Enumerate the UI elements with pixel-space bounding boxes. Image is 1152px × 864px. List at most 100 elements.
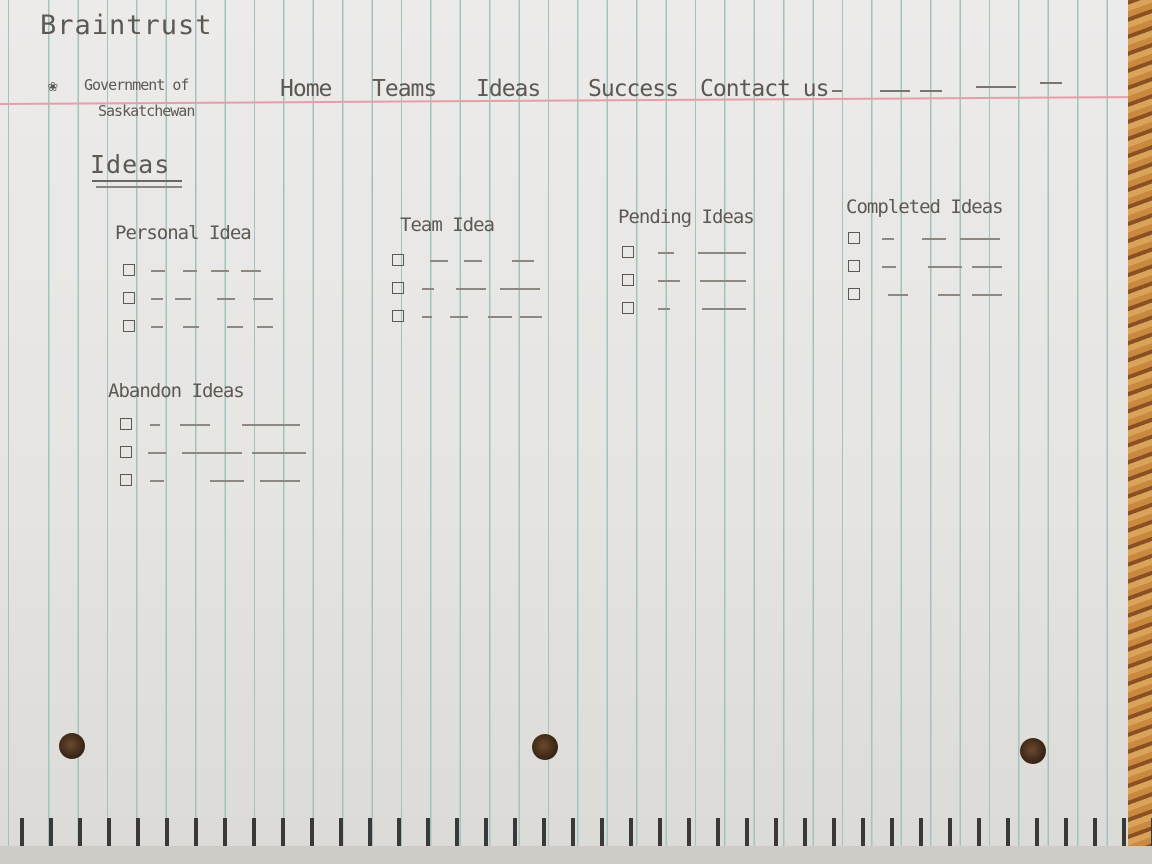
notebook-bottom-edge bbox=[0, 846, 1152, 864]
section-heading: Pending Ideas bbox=[618, 206, 755, 228]
list-item bbox=[622, 296, 754, 324]
section-heading: Team Idea bbox=[400, 214, 495, 236]
placeholder-dash bbox=[658, 280, 680, 282]
placeholder-dash bbox=[227, 326, 243, 328]
idea-checkbox[interactable] bbox=[123, 264, 135, 276]
list-item bbox=[622, 240, 754, 268]
placeholder-dash bbox=[422, 316, 432, 318]
list-item bbox=[120, 468, 300, 496]
placeholder-dash bbox=[464, 260, 482, 262]
placeholder-dash bbox=[700, 280, 746, 282]
title-underline bbox=[92, 180, 182, 182]
nav-home[interactable]: Home bbox=[280, 76, 332, 102]
placeholder-dash bbox=[430, 260, 448, 262]
nav-contact-us[interactable]: Contact us bbox=[700, 76, 829, 102]
placeholder-dash bbox=[150, 424, 160, 426]
placeholder-dash bbox=[252, 452, 306, 454]
idea-checkbox[interactable] bbox=[120, 446, 132, 458]
list-item bbox=[392, 248, 534, 276]
idea-checkbox[interactable] bbox=[123, 292, 135, 304]
placeholder-dash bbox=[211, 270, 229, 272]
nav-placeholder-dash bbox=[920, 90, 942, 92]
placeholder-dash bbox=[217, 298, 235, 300]
placeholder-dash bbox=[698, 252, 746, 254]
placeholder-dash bbox=[260, 480, 300, 482]
placeholder-dash bbox=[456, 288, 486, 290]
placeholder-dash bbox=[148, 452, 166, 454]
section-heading: Completed Ideas bbox=[846, 196, 1004, 218]
nav-placeholder-dash bbox=[880, 90, 910, 92]
placeholder-dash bbox=[151, 326, 163, 328]
nav-success[interactable]: Success bbox=[588, 76, 679, 102]
spiral-binding bbox=[0, 818, 1152, 846]
nav-teams[interactable]: Teams bbox=[372, 76, 437, 102]
placeholder-dash bbox=[151, 270, 165, 272]
placeholder-dash bbox=[183, 326, 199, 328]
placeholder-dash bbox=[888, 294, 908, 296]
nav-ideas[interactable]: Ideas bbox=[476, 76, 541, 102]
placeholder-dash bbox=[175, 298, 191, 300]
section-heading: Personal Idea bbox=[115, 222, 252, 244]
personal-ideas-section: Personal Idea bbox=[115, 222, 273, 342]
idea-checkbox[interactable] bbox=[392, 254, 404, 266]
placeholder-dash bbox=[241, 270, 261, 272]
list-item bbox=[622, 268, 754, 296]
pending-ideas-section: Pending Ideas bbox=[618, 206, 755, 324]
placeholder-dash bbox=[488, 316, 512, 318]
list-item bbox=[123, 314, 273, 342]
idea-checkbox[interactable] bbox=[392, 282, 404, 294]
placeholder-dash bbox=[658, 308, 670, 310]
nav-placeholder-dash bbox=[1040, 82, 1062, 84]
nav-placeholder-dash bbox=[832, 90, 842, 92]
placeholder-dash bbox=[702, 308, 746, 310]
section-heading: Abandon Ideas bbox=[108, 380, 245, 402]
list-item bbox=[392, 304, 542, 332]
title-underline bbox=[96, 186, 182, 188]
brand-line2: Saskatchewan bbox=[98, 102, 195, 120]
placeholder-dash bbox=[183, 270, 197, 272]
idea-checkbox[interactable] bbox=[120, 418, 132, 430]
binder-hole bbox=[59, 733, 85, 759]
idea-checkbox[interactable] bbox=[622, 274, 634, 286]
idea-checkbox[interactable] bbox=[848, 232, 860, 244]
wheat-sheaf-icon: ❀ bbox=[48, 76, 58, 95]
placeholder-dash bbox=[922, 238, 946, 240]
idea-checkbox[interactable] bbox=[622, 302, 634, 314]
idea-checkbox[interactable] bbox=[848, 260, 860, 272]
placeholder-dash bbox=[500, 288, 540, 290]
nav-placeholder-dash bbox=[976, 86, 1016, 88]
placeholder-dash bbox=[938, 294, 960, 296]
placeholder-dash bbox=[520, 316, 542, 318]
list-item bbox=[848, 226, 1003, 254]
idea-checkbox[interactable] bbox=[848, 288, 860, 300]
idea-checkbox[interactable] bbox=[123, 320, 135, 332]
brand-line1: Government of bbox=[84, 76, 189, 94]
completed-ideas-section: Completed Ideas bbox=[846, 196, 1004, 310]
brand-logo[interactable]: ❀ Government of Saskatchewan bbox=[48, 72, 218, 122]
page-title: Ideas bbox=[90, 150, 171, 179]
placeholder-dash bbox=[512, 260, 534, 262]
list-item bbox=[392, 276, 540, 304]
placeholder-dash bbox=[450, 316, 468, 318]
list-item bbox=[123, 258, 261, 286]
idea-checkbox[interactable] bbox=[120, 474, 132, 486]
list-item bbox=[120, 412, 300, 440]
placeholder-dash bbox=[257, 326, 273, 328]
placeholder-dash bbox=[928, 266, 962, 268]
binder-hole bbox=[1020, 738, 1046, 764]
placeholder-dash bbox=[960, 238, 1000, 240]
placeholder-dash bbox=[422, 288, 434, 290]
placeholder-dash bbox=[882, 238, 894, 240]
list-item bbox=[123, 286, 273, 314]
placeholder-dash bbox=[150, 480, 164, 482]
binder-hole bbox=[532, 734, 558, 760]
placeholder-dash bbox=[253, 298, 273, 300]
placeholder-dash bbox=[972, 294, 1002, 296]
placeholder-dash bbox=[658, 252, 674, 254]
placeholder-dash bbox=[242, 424, 300, 426]
app-title: Braintrust bbox=[40, 10, 213, 41]
placeholder-dash bbox=[972, 266, 1002, 268]
placeholder-dash bbox=[882, 266, 896, 268]
idea-checkbox[interactable] bbox=[392, 310, 404, 322]
idea-checkbox[interactable] bbox=[622, 246, 634, 258]
